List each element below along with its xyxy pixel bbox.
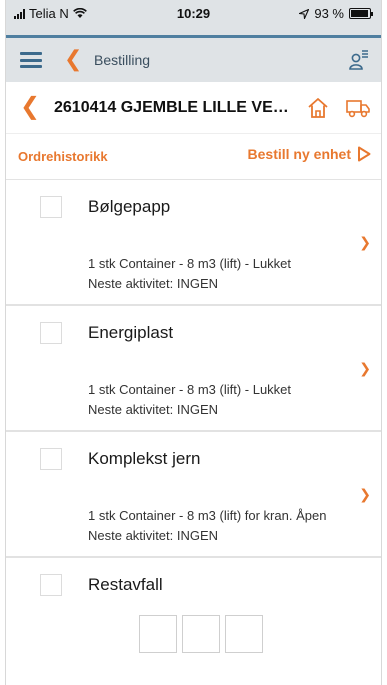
header-back-chevron-icon[interactable]: ❮ (20, 95, 40, 119)
toolbar-slot[interactable] (182, 615, 220, 653)
item-checkbox[interactable] (40, 322, 62, 344)
item-name: Energiplast (88, 323, 174, 342)
item-next-activity: Neste aktivitet: INGEN (88, 276, 219, 291)
nav-back-label[interactable]: Bestilling (94, 52, 150, 68)
item-description: 1 stk Container - 8 m3 (lift) - Lukket (88, 382, 292, 397)
play-arrow-icon (358, 146, 371, 162)
nav-back-chevron-icon[interactable]: ❮ (64, 48, 82, 70)
item-checkbox[interactable] (40, 574, 62, 596)
item-name: Komplekst jern (88, 449, 201, 468)
item-name: Bølgepapp (88, 197, 171, 216)
item-description: 1 stk Container - 8 m3 (lift) - Lukket (88, 256, 292, 271)
item-next-activity: Neste aktivitet: INGEN (88, 402, 219, 417)
item-description: 1 stk Container - 8 m3 (lift) for kran. … (88, 508, 327, 523)
list-item[interactable]: Bølgepapp 1 stk Container - 8 m3 (lift) … (6, 180, 381, 306)
location-arrow-icon (299, 8, 310, 19)
truck-icon[interactable] (346, 98, 370, 118)
customer-header: ❮ 2610414 GJEMBLE LILLE VESTRE (6, 82, 381, 134)
order-new-unit-label: Bestill ny enhet (247, 146, 351, 162)
bottom-toolbar (6, 614, 381, 685)
battery-percent: 93 % (314, 6, 344, 21)
chevron-right-icon: ❯ (359, 234, 371, 250)
order-history-link[interactable]: Ordrehistorikk (18, 149, 108, 164)
item-name: Restavfall (88, 575, 163, 594)
toolbar-slot[interactable] (139, 615, 177, 653)
battery-icon (349, 8, 373, 19)
waste-fraction-list: Bølgepapp 1 stk Container - 8 m3 (lift) … (6, 180, 381, 684)
item-checkbox[interactable] (40, 448, 62, 470)
hamburger-menu-icon[interactable] (20, 52, 42, 68)
action-bar: Ordrehistorikk Bestill ny enhet (6, 134, 381, 180)
list-item[interactable]: Energiplast 1 stk Container - 8 m3 (lift… (6, 306, 381, 432)
item-next-activity: Neste aktivitet: INGEN (88, 528, 219, 543)
battery-level (351, 10, 368, 17)
status-right: 93 % (299, 6, 373, 21)
toolbar-slot[interactable] (225, 615, 263, 653)
status-bar: Telia N 10:29 93 % (6, 0, 381, 38)
chevron-right-icon: ❯ (359, 360, 371, 376)
order-new-unit-button[interactable]: Bestill ny enhet (248, 146, 371, 162)
nav-bar: ❮ Bestilling (6, 38, 381, 82)
item-checkbox[interactable] (40, 196, 62, 218)
customer-title: 2610414 GJEMBLE LILLE VESTRE (54, 99, 290, 116)
user-list-icon[interactable] (349, 49, 369, 71)
chevron-right-icon: ❯ (359, 486, 371, 502)
home-icon[interactable] (307, 97, 329, 119)
list-item[interactable]: Komplekst jern 1 stk Container - 8 m3 (l… (6, 432, 381, 558)
phone-screen: Telia N 10:29 93 % ❮ Bestilling ❮ 261041… (6, 0, 381, 685)
